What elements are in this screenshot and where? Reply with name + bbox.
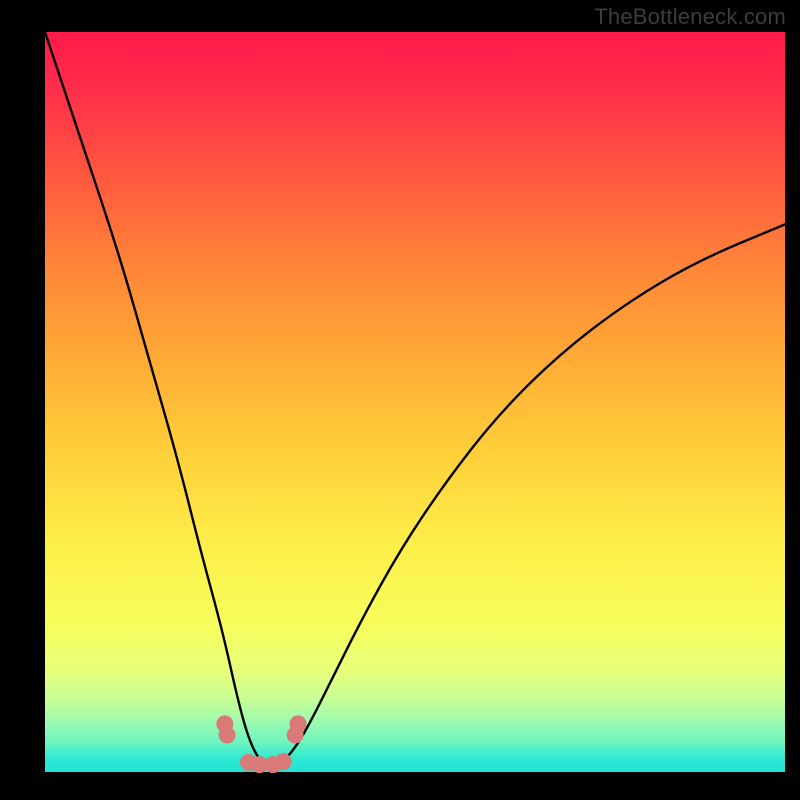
chart-frame: TheBottleneck.com: [0, 0, 800, 800]
chart-svg: [45, 32, 785, 772]
marker-point: [219, 727, 236, 744]
marker-points-group: [216, 715, 306, 773]
bottleneck-curve: [45, 32, 785, 767]
watermark-text: TheBottleneck.com: [594, 4, 786, 30]
marker-point: [290, 715, 307, 732]
marker-point: [275, 753, 292, 770]
plot-area: [45, 32, 785, 772]
